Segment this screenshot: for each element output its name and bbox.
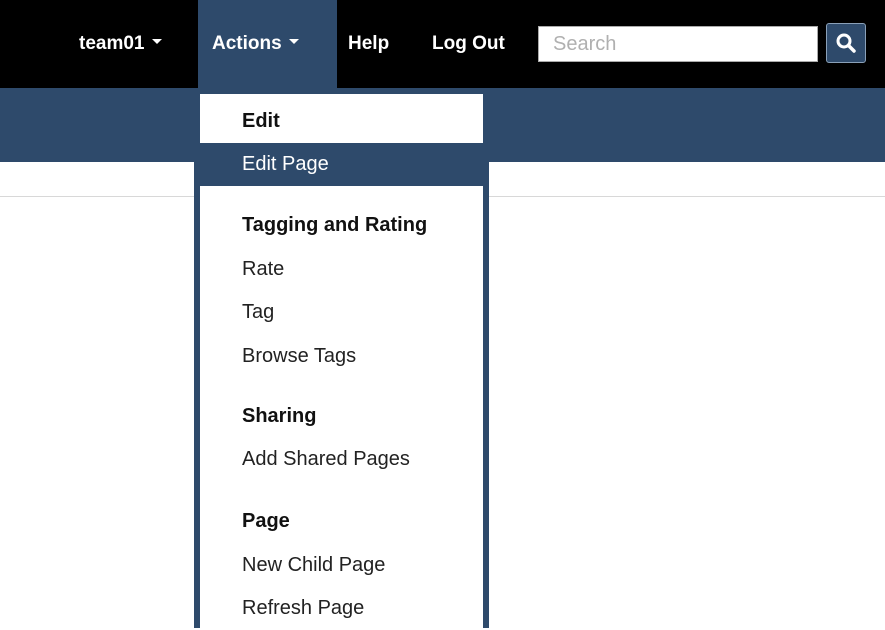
search-icon — [836, 33, 856, 53]
menu-heading-sharing: Sharing — [242, 405, 317, 427]
menu-item-refresh-page[interactable]: Refresh Page — [200, 587, 483, 630]
menu-item-tag[interactable]: Tag — [200, 291, 483, 334]
caret-down-icon — [288, 39, 299, 45]
search-input[interactable] — [538, 26, 818, 62]
actions-menu[interactable]: Actions — [198, 0, 337, 88]
menu-item-new-child-page[interactable]: New Child Page — [200, 544, 483, 587]
actions-menu-label: Actions — [212, 33, 282, 54]
menu-item-browse-tags[interactable]: Browse Tags — [200, 335, 483, 378]
menu-item-edit-page[interactable]: Edit Page — [200, 143, 483, 186]
search-button[interactable] — [826, 23, 866, 63]
actions-dropdown-menu: Edit Edit Page Tagging and Rating Rate T… — [194, 88, 489, 628]
user-menu-label: team01 — [79, 33, 145, 54]
caret-down-icon — [151, 39, 162, 45]
help-link[interactable]: Help — [348, 0, 389, 88]
menu-item-add-shared-pages[interactable]: Add Shared Pages — [200, 438, 483, 481]
menu-heading-page: Page — [242, 510, 290, 532]
user-menu[interactable]: team01 — [79, 0, 162, 88]
logout-link[interactable]: Log Out — [432, 0, 505, 88]
menu-item-rate[interactable]: Rate — [200, 248, 483, 291]
menu-heading-edit: Edit — [242, 110, 280, 132]
menu-heading-tagging-and-rating: Tagging and Rating — [242, 214, 428, 236]
top-navbar: team01 Actions Help Log Out — [0, 0, 885, 88]
